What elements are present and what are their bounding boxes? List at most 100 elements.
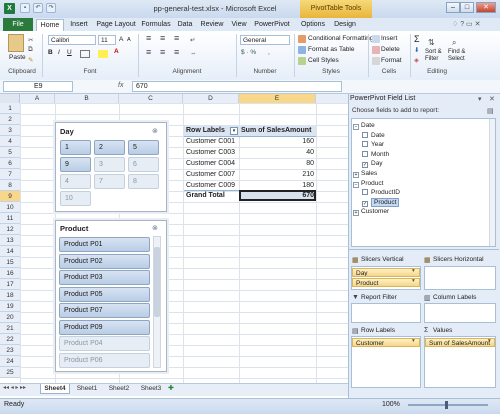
borders-icon[interactable] xyxy=(80,50,90,58)
field-tree-item[interactable]: Month xyxy=(362,150,389,159)
number-format-select[interactable]: General xyxy=(240,35,290,45)
align-right-icon[interactable]: ≡ xyxy=(174,48,179,57)
field-tree-item[interactable]: + Sales xyxy=(353,169,377,178)
delete-cells-button[interactable]: Delete xyxy=(381,46,400,53)
pivot-grand-total-value[interactable]: 670 xyxy=(240,190,314,201)
row-header-18[interactable]: 18 xyxy=(0,290,20,301)
product-slicer-item[interactable]: Product P07 xyxy=(59,303,150,318)
row-header-8[interactable]: 8 xyxy=(0,180,20,191)
day-slicer-item[interactable]: 2 xyxy=(94,140,125,155)
row-header-6[interactable]: 6 xyxy=(0,158,20,169)
insert-function-button[interactable]: fx xyxy=(118,82,123,89)
zoom-level[interactable]: 100% xyxy=(382,401,400,408)
row-header-2[interactable]: 2 xyxy=(0,114,20,125)
sheet-tab-sheet3[interactable]: Sheet3 xyxy=(136,384,166,394)
row-header-23[interactable]: 23 xyxy=(0,345,20,356)
merge-center-icon[interactable]: ⇔ xyxy=(190,50,197,57)
field-tree-item[interactable]: Year xyxy=(362,140,384,149)
column-header-e[interactable]: E xyxy=(239,94,316,103)
clear-icon[interactable]: ◈ xyxy=(414,56,419,64)
tab-formulas[interactable]: Formulas xyxy=(140,19,172,31)
day-slicer-item[interactable]: 3 xyxy=(94,157,125,172)
sheet-tab-sheet1[interactable]: Sheet1 xyxy=(72,384,102,394)
tab-view[interactable]: View xyxy=(228,19,250,31)
sheet-tab-sheet4[interactable]: Sheet4 xyxy=(40,384,70,394)
zoom-slider[interactable] xyxy=(408,404,488,406)
tab-design[interactable]: Design xyxy=(332,19,358,31)
pivot-row-value[interactable]: 40 xyxy=(240,147,314,158)
field-checkbox[interactable] xyxy=(362,189,368,196)
row-header-1[interactable]: 1 xyxy=(0,103,20,114)
insert-cells-button[interactable]: Insert xyxy=(381,35,397,42)
underline-button[interactable]: U xyxy=(67,49,72,56)
column-header-a[interactable]: A xyxy=(20,94,55,103)
clear-filter-icon[interactable]: ⊗ xyxy=(152,127,158,135)
tab-home[interactable]: Home xyxy=(36,19,64,31)
product-slicer-item[interactable]: Product P04 xyxy=(59,336,150,351)
day-slicer-item[interactable]: 4 xyxy=(60,174,91,189)
row-header-9[interactable]: 9 xyxy=(0,191,20,202)
day-slicer-item[interactable]: 10 xyxy=(60,191,91,206)
maximize-button[interactable]: □ xyxy=(460,2,474,13)
day-slicer-item[interactable]: 5 xyxy=(128,140,159,155)
wrap-text-icon[interactable]: ↵ xyxy=(190,36,195,44)
layout-options-icon[interactable]: ▤ xyxy=(487,107,494,115)
clear-filter-icon[interactable]: ⊗ xyxy=(152,224,158,232)
close-button[interactable]: ✕ xyxy=(476,2,496,13)
tab-options[interactable]: Options xyxy=(298,19,328,31)
currency-icon[interactable]: $ · % xyxy=(241,49,256,56)
chevron-down-icon[interactable]: ▾ xyxy=(412,268,415,274)
chevron-down-icon[interactable]: ▾ xyxy=(412,338,415,344)
grow-font-icon[interactable]: A xyxy=(119,36,123,43)
bottom-align-icon[interactable]: ≡ xyxy=(174,34,179,43)
product-slicer-item[interactable]: Product P01 xyxy=(59,237,150,252)
format-as-table-button[interactable]: Format as Table xyxy=(308,46,354,53)
row-header-25[interactable]: 25 xyxy=(0,367,20,378)
cut-icon[interactable]: ✂ xyxy=(28,36,33,44)
row-header-3[interactable]: 3 xyxy=(0,125,20,136)
middle-align-icon[interactable]: ≡ xyxy=(160,34,165,43)
pane-options-icon[interactable]: ▾ xyxy=(478,95,482,103)
product-slicer-item[interactable]: Product P05 xyxy=(59,286,150,302)
tab-powerpivot[interactable]: PowerPivot xyxy=(252,19,292,31)
minimize-button[interactable]: – xyxy=(446,2,460,13)
comma-style-icon[interactable]: , xyxy=(268,49,270,56)
chevron-down-icon[interactable]: ▾ xyxy=(488,338,491,344)
row-header-24[interactable]: 24 xyxy=(0,356,20,367)
format-painter-icon[interactable]: ✎ xyxy=(28,56,33,64)
autosum-icon[interactable]: Σ xyxy=(414,34,420,44)
top-align-icon[interactable]: ≡ xyxy=(146,34,151,43)
value-field-sum-salesamount[interactable]: Sum of SalesAmount xyxy=(425,338,495,347)
day-slicer-item[interactable]: 1 xyxy=(60,140,91,155)
product-slicer-item[interactable]: Product P09 xyxy=(59,319,150,335)
scrollbar-thumb[interactable] xyxy=(154,247,160,317)
tab-data[interactable]: Data xyxy=(174,19,196,31)
row-header-11[interactable]: 11 xyxy=(0,213,20,224)
pivot-grand-total-label[interactable]: Grand Total xyxy=(186,190,225,201)
expand-icon[interactable]: + xyxy=(353,172,359,178)
day-slicer-item[interactable]: 9 xyxy=(60,157,91,172)
pivot-row-value[interactable]: 160 xyxy=(240,136,314,147)
pivot-row-value[interactable]: 80 xyxy=(240,158,314,169)
slicer-field-product[interactable]: Product xyxy=(352,278,420,287)
row-header-22[interactable]: 22 xyxy=(0,334,20,345)
pivot-row-label[interactable]: Customer C007 xyxy=(186,169,235,180)
undo-icon[interactable]: ↶ xyxy=(33,3,43,13)
row-header-7[interactable]: 7 xyxy=(0,169,20,180)
row-header-15[interactable]: 15 xyxy=(0,257,20,268)
tab-review[interactable]: Review xyxy=(198,19,226,31)
pivot-row-label[interactable]: Customer C001 xyxy=(186,136,235,147)
collapse-icon[interactable]: − xyxy=(353,124,359,130)
report-filter-area[interactable] xyxy=(351,303,421,323)
row-header-12[interactable]: 12 xyxy=(0,224,20,235)
name-box[interactable]: E9 xyxy=(3,81,73,92)
collapse-icon[interactable]: − xyxy=(353,181,359,188)
column-header-c[interactable]: C xyxy=(119,94,183,103)
font-name-select[interactable]: Calibri xyxy=(48,35,96,45)
conditional-formatting-button[interactable]: Conditional Formatting xyxy=(308,35,373,42)
align-left-icon[interactable]: ≡ xyxy=(146,48,151,57)
sheet-tab-sheet2[interactable]: Sheet2 xyxy=(104,384,134,394)
pivot-row-label[interactable]: Customer C003 xyxy=(186,147,235,158)
format-cells-button[interactable]: Format xyxy=(381,57,402,64)
expand-icon[interactable]: + xyxy=(353,210,359,217)
